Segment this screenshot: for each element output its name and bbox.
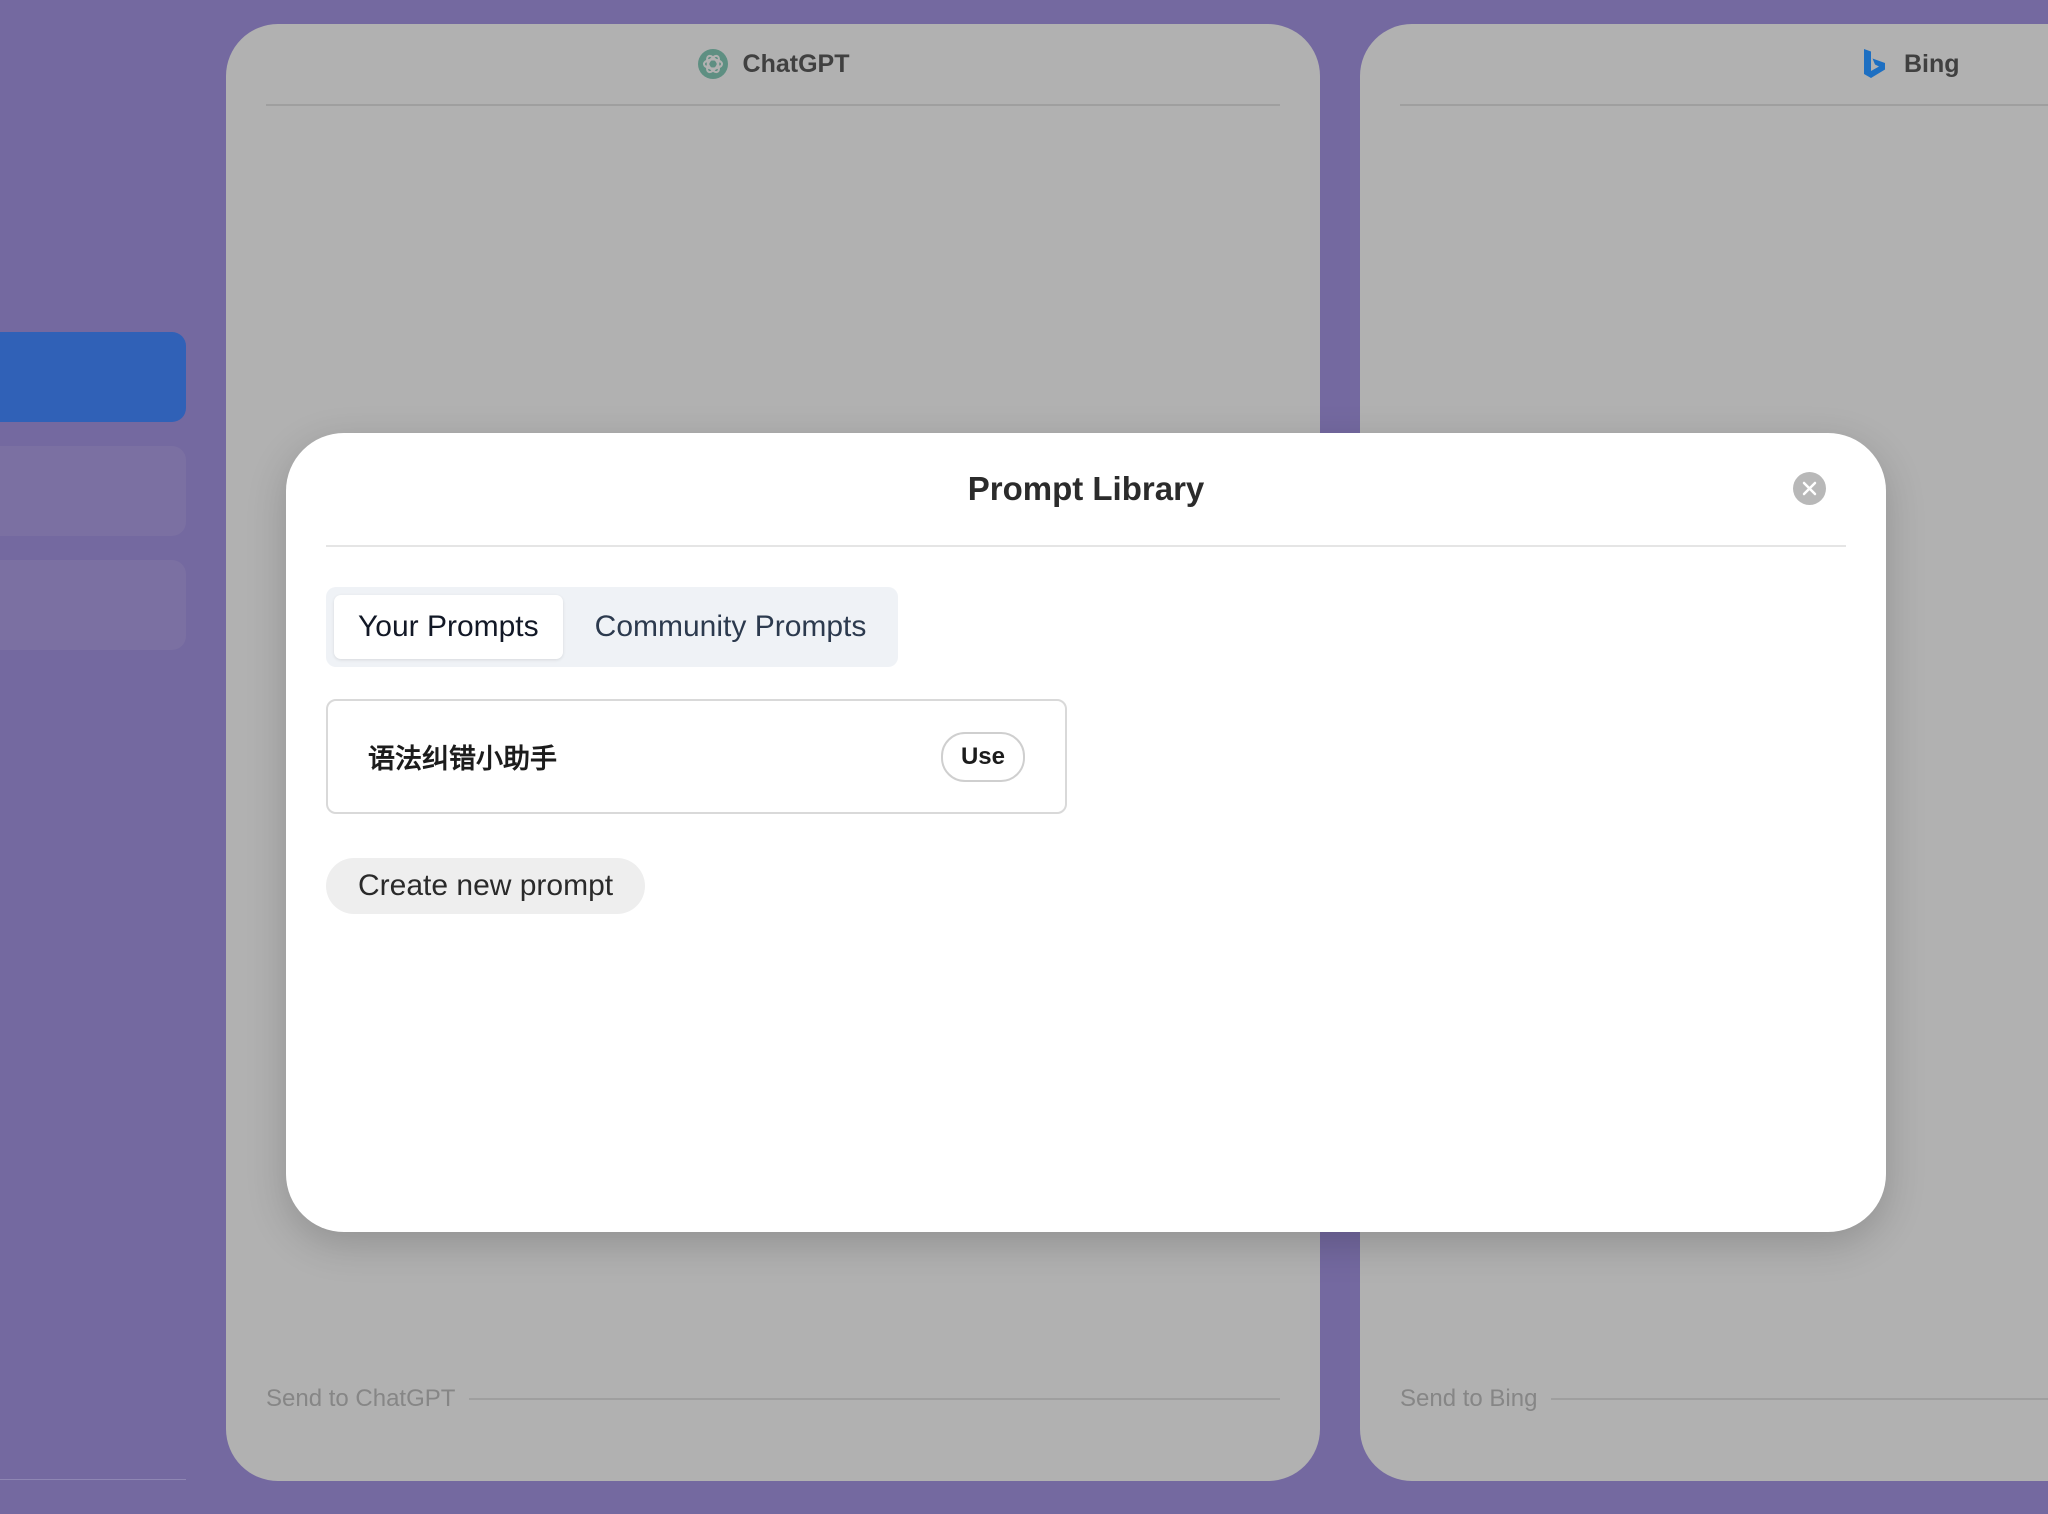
- send-divider: [1551, 1398, 2048, 1400]
- sidebar-item[interactable]: [0, 560, 186, 650]
- bing-logo-icon: [1858, 48, 1890, 80]
- sidebar-item[interactable]: [0, 446, 186, 536]
- bing-send-row[interactable]: Send to Bing: [1400, 1385, 2048, 1413]
- sidebar-divider: [0, 1479, 186, 1480]
- prompt-card: 语法纠错小助手 Use: [326, 699, 1067, 814]
- modal-header: Prompt Library: [326, 433, 1846, 547]
- chatgpt-panel-title: ChatGPT: [742, 49, 850, 78]
- send-to-bing-placeholder[interactable]: Send to Bing: [1400, 1385, 1537, 1413]
- tab-community-prompts[interactable]: Community Prompts: [571, 595, 891, 659]
- use-prompt-button[interactable]: Use: [940, 731, 1025, 782]
- close-button[interactable]: [1793, 472, 1826, 505]
- close-icon: [1801, 480, 1818, 497]
- send-divider: [469, 1398, 1280, 1400]
- prompt-library-modal: Prompt Library Your Prompts Community Pr…: [286, 433, 1886, 1232]
- chatgpt-logo-icon: [697, 48, 729, 80]
- sidebar-item-active[interactable]: [0, 332, 186, 422]
- chatgpt-send-row[interactable]: Send to ChatGPT: [266, 1385, 1280, 1413]
- prompt-title: 语法纠错小助手: [368, 744, 557, 774]
- prompt-tabs: Your Prompts Community Prompts: [326, 587, 899, 667]
- send-to-chatgpt-placeholder[interactable]: Send to ChatGPT: [266, 1385, 455, 1413]
- bing-panel-header: Bing: [1400, 24, 2048, 106]
- chatgpt-panel-header: ChatGPT: [266, 24, 1280, 106]
- bing-panel-title: Bing: [1904, 49, 1960, 78]
- create-new-prompt-button[interactable]: Create new prompt: [326, 858, 646, 914]
- tab-your-prompts[interactable]: Your Prompts: [334, 595, 563, 659]
- modal-title: Prompt Library: [967, 470, 1205, 507]
